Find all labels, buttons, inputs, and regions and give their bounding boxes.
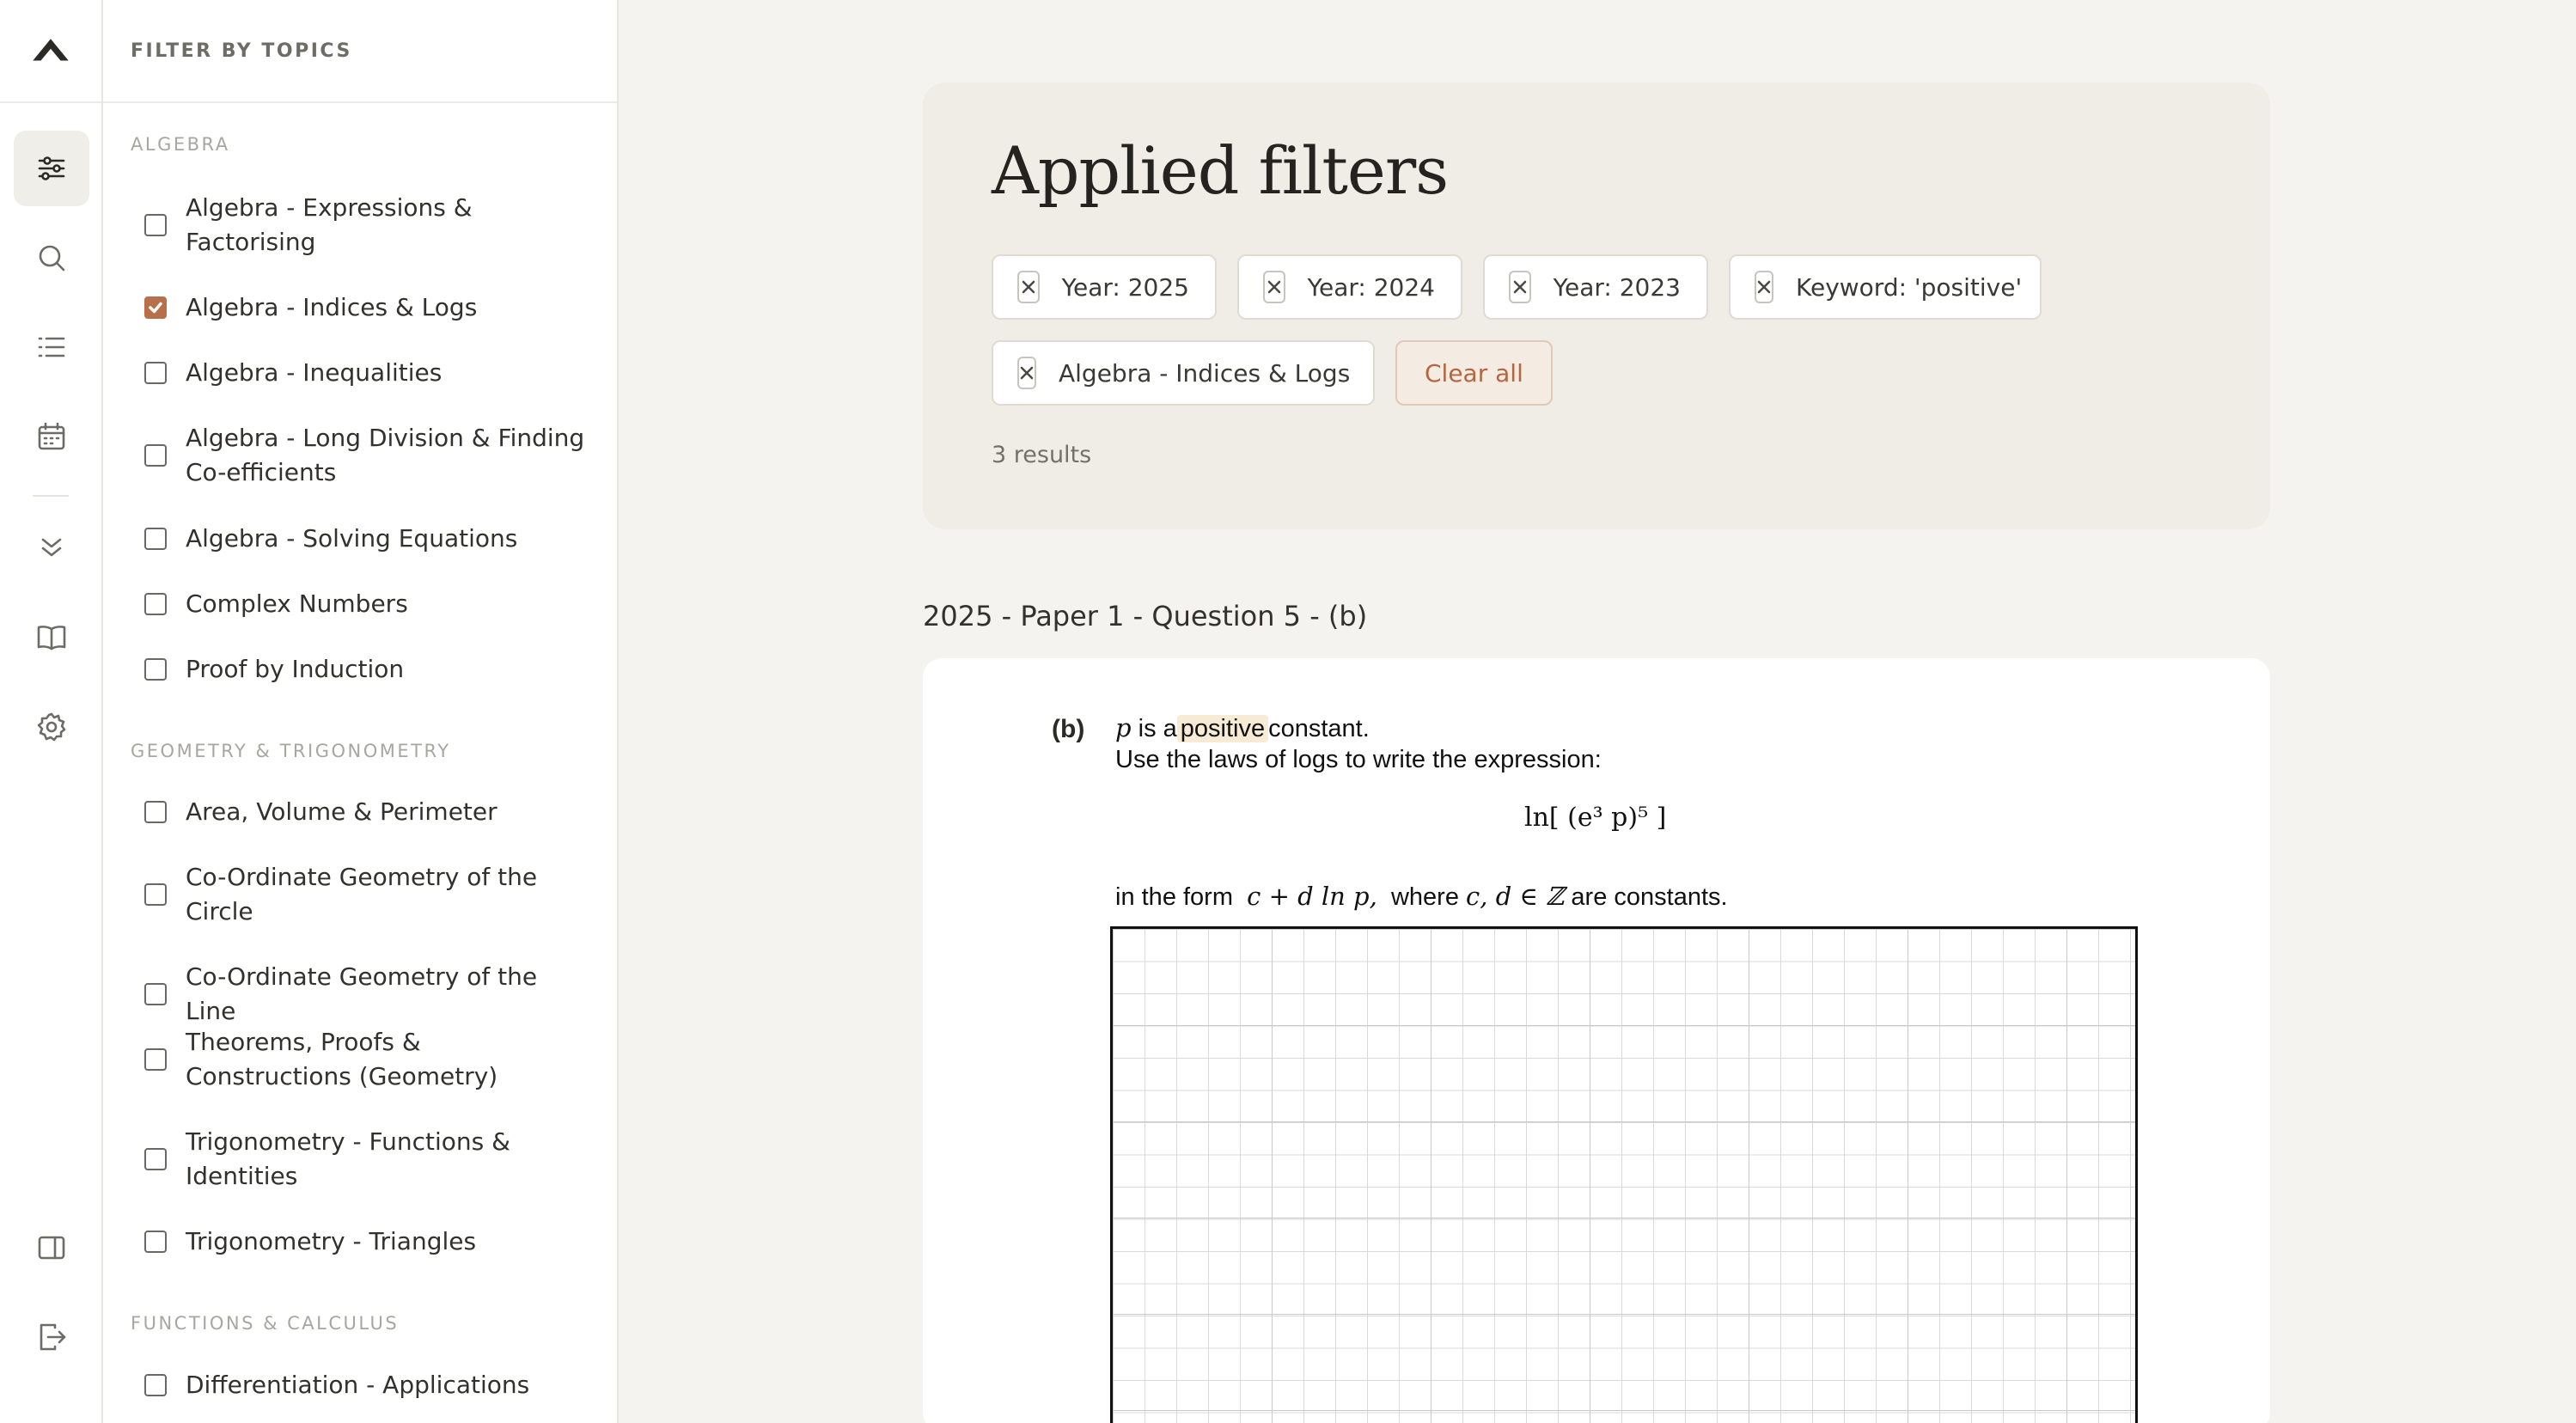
filter-chip[interactable]: Year: 2025 <box>992 254 1217 320</box>
topic-item[interactable]: Algebra - Long Division & Finding Co-eff… <box>144 421 591 490</box>
clear-all-button[interactable]: Clear all <box>1395 340 1553 406</box>
panel-toggle-icon[interactable] <box>14 1210 89 1286</box>
logout-icon[interactable] <box>14 1299 89 1375</box>
section-title-functions: FUNCTIONS & CALCULUS <box>131 1313 400 1334</box>
topic-checkbox[interactable] <box>144 1374 167 1396</box>
rail-divider <box>0 101 101 103</box>
math-constants: c, d ∈ ℤ <box>1466 882 1565 911</box>
question-part-label: (b) <box>1052 715 1085 743</box>
topic-item[interactable]: Theorems, Proofs & Constructions (Geomet… <box>144 1025 591 1094</box>
results-count: 3 results <box>992 442 1092 468</box>
topic-label: Co-Ordinate Geometry of the Circle <box>186 863 538 925</box>
settings-gear-icon[interactable] <box>14 689 89 765</box>
search-icon[interactable] <box>14 220 89 296</box>
math-expression: ln[ (e³ p)⁵ ] <box>1524 803 1667 833</box>
calendar-icon[interactable] <box>14 399 89 474</box>
rail-separator <box>33 495 69 497</box>
topic-checkbox[interactable] <box>144 658 167 681</box>
filter-chip[interactable]: Year: 2023 <box>1483 254 1708 320</box>
topic-filter-sidebar: FILTER BY TOPICS ALGEBRA Algebra - Expre… <box>103 0 619 1423</box>
topic-label: Complex Numbers <box>186 589 408 618</box>
topic-label: Area, Volume & Perimeter <box>186 797 497 826</box>
filter-chip-label: Algebra - Indices & Logs <box>1059 358 1351 388</box>
question-text: is a <box>1138 715 1177 742</box>
logo-icon[interactable] <box>0 24 101 77</box>
filter-chip-label: Year: 2025 <box>1061 272 1189 302</box>
topic-checkbox[interactable] <box>144 983 167 1005</box>
topic-item[interactable]: Algebra - Expressions & Factorising <box>144 191 591 260</box>
topic-label: Proof by Induction <box>186 655 405 683</box>
topic-item[interactable]: Co-Ordinate Geometry of the Circle <box>144 860 591 929</box>
topic-checkbox[interactable] <box>144 1048 167 1071</box>
topic-item[interactable]: Differentiation - Applications <box>144 1368 591 1402</box>
topic-label: Algebra - Inequalities <box>186 358 443 387</box>
answer-grid <box>1110 926 2138 1423</box>
topic-checkbox[interactable] <box>144 362 167 384</box>
question-text: in the form <box>1115 883 1233 911</box>
remove-filter-icon[interactable] <box>1755 271 1773 303</box>
question-line-2: Use the laws of logs to write the expres… <box>1115 746 1602 773</box>
icon-rail <box>0 0 103 1423</box>
topic-checkbox[interactable] <box>144 883 167 906</box>
filter-chip[interactable]: Keyword: 'positive' <box>1729 254 2042 320</box>
question-text: are constants. <box>1571 883 1728 911</box>
topic-item[interactable]: Trigonometry - Functions & Identities <box>144 1125 591 1194</box>
topic-checkbox[interactable] <box>144 1231 167 1253</box>
filter-chip-label: Year: 2023 <box>1553 272 1681 302</box>
topic-item[interactable]: Co-Ordinate Geometry of the Line <box>144 960 591 1029</box>
question-line-3: in the form c + d ln p, where c, d ∈ ℤ a… <box>1115 882 1728 912</box>
topic-checkbox[interactable] <box>144 593 167 615</box>
topic-label: Differentiation - Applications <box>186 1371 530 1399</box>
applied-filters-panel: Applied filters Year: 2025 Year: 2024 Ye… <box>923 82 2270 529</box>
question-text: where <box>1390 883 1459 911</box>
remove-filter-icon[interactable] <box>1017 357 1036 389</box>
topic-checkbox[interactable] <box>144 801 167 823</box>
filter-chip-label: Year: 2024 <box>1307 272 1435 302</box>
section-title-algebra: ALGEBRA <box>131 134 230 155</box>
topic-item[interactable]: Algebra - Solving Equations <box>144 522 591 556</box>
topic-item[interactable]: Proof by Induction <box>144 652 591 687</box>
topic-label: Trigonometry - Triangles <box>186 1227 477 1255</box>
topic-item[interactable]: Algebra - Indices & Logs <box>144 290 591 325</box>
topic-label: Co-Ordinate Geometry of the Line <box>186 962 538 1025</box>
topic-label: Algebra - Expressions & Factorising <box>186 193 473 256</box>
topic-item[interactable]: Algebra - Inequalities <box>144 356 591 390</box>
list-icon[interactable] <box>14 309 89 385</box>
topic-checkbox[interactable] <box>144 444 167 467</box>
question-title[interactable]: 2025 - Paper 1 - Question 5 - (b) <box>923 600 1367 632</box>
variable-p: p <box>1115 713 1132 742</box>
question-text: constant. <box>1268 715 1370 742</box>
topic-label: Algebra - Solving Equations <box>186 524 518 553</box>
filter-chip[interactable]: Year: 2024 <box>1237 254 1462 320</box>
topic-checkbox[interactable] <box>144 1148 167 1170</box>
checkmark-icon <box>149 302 162 314</box>
applied-filters-title: Applied filters <box>992 132 1449 209</box>
topic-checkbox-checked[interactable] <box>144 296 167 319</box>
question-line-1: p is a positive constant. <box>1115 713 1370 743</box>
math-form: c + d ln p, <box>1247 882 1377 911</box>
topic-item[interactable]: Area, Volume & Perimeter <box>144 795 591 829</box>
question-card: (b) p is a positive constant. Use the laws… <box>923 658 2270 1423</box>
topic-checkbox[interactable] <box>144 214 167 236</box>
remove-filter-icon[interactable] <box>1017 271 1040 303</box>
book-icon[interactable] <box>14 600 89 675</box>
topic-item[interactable]: Trigonometry - Triangles <box>144 1225 591 1259</box>
topic-checkbox[interactable] <box>144 528 167 550</box>
remove-filter-icon[interactable] <box>1263 271 1285 303</box>
topic-label: Theorems, Proofs & Constructions (Geomet… <box>186 1028 498 1090</box>
filter-chip[interactable]: Algebra - Indices & Logs <box>992 340 1375 406</box>
topic-label: Trigonometry - Functions & Identities <box>186 1127 510 1190</box>
remove-filter-icon[interactable] <box>1509 271 1531 303</box>
filter-chip-label: Keyword: 'positive' <box>1796 272 2023 302</box>
keyword-highlight: positive <box>1176 715 1269 742</box>
sidebar-header: FILTER BY TOPICS <box>103 0 617 103</box>
filters-icon[interactable] <box>14 131 89 206</box>
topic-label: Algebra - Long Division & Finding Co-eff… <box>186 424 585 486</box>
chevrons-down-icon[interactable] <box>14 509 89 584</box>
topic-item[interactable]: Complex Numbers <box>144 587 591 621</box>
topic-label: Algebra - Indices & Logs <box>186 293 478 321</box>
section-title-geometry: GEOMETRY & TRIGONOMETRY <box>131 741 451 761</box>
